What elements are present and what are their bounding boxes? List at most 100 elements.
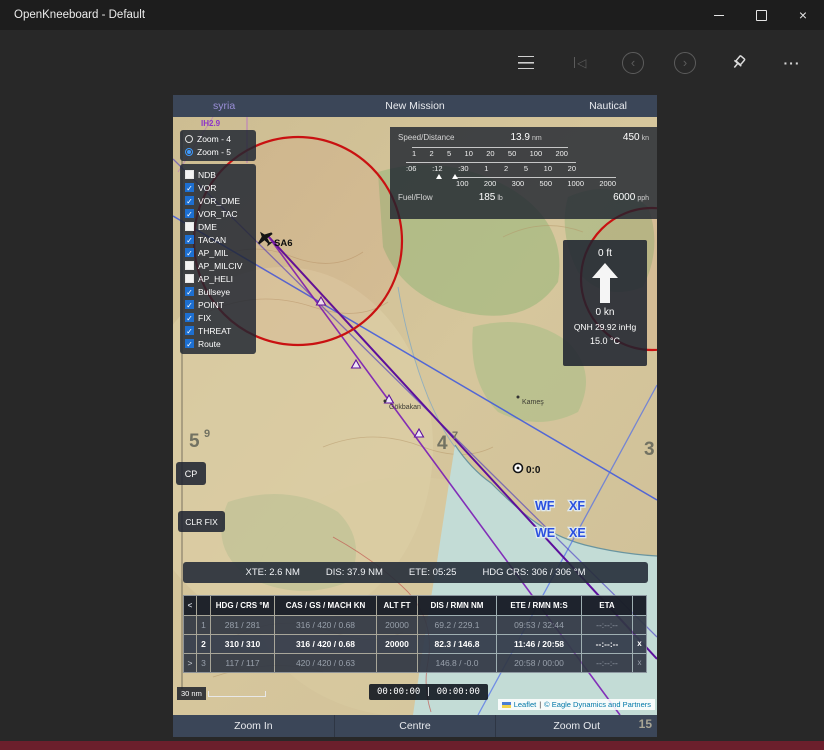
layer-label: TACAN (198, 234, 227, 245)
centre-button[interactable]: Centre (333, 715, 497, 737)
scale-tick-label: 200 (483, 179, 497, 188)
checkbox-icon[interactable] (185, 274, 194, 283)
layer-item-ap_mil[interactable]: ✓ AP_MIL (185, 246, 251, 259)
layer-item-tacan[interactable]: ✓ TACAN (185, 233, 251, 246)
speed-panel-title: Speed/Distance (398, 133, 455, 142)
fp-row-number[interactable]: 1 (197, 616, 210, 634)
titlebar: OpenKneeboard - Default × (0, 0, 824, 30)
layer-item-dme[interactable]: DME (185, 220, 251, 233)
credit-link[interactable]: © Eagle Dynamics and Partners (544, 700, 651, 709)
layer-label: AP_MIL (198, 247, 229, 258)
close-button[interactable]: × (782, 0, 824, 30)
clr-fix-button[interactable]: CLR FIX (178, 511, 225, 532)
checkbox-icon[interactable]: ✓ (185, 287, 194, 297)
checkbox-icon[interactable]: ✓ (185, 300, 194, 310)
scale-tick-label: 200 (555, 149, 568, 158)
flight-plan-table: < HDG / CRS °M CAS / GS / MACH KN ALT FT DIS… (183, 595, 647, 673)
checkbox-icon[interactable]: ✓ (185, 248, 194, 258)
layer-item-bullseye[interactable]: ✓ Bullseye (185, 285, 251, 298)
layer-item-vor_dme[interactable]: ✓ VOR_DME (185, 194, 251, 207)
scale-caret-icon (452, 174, 458, 179)
layer-item-ap_milciv[interactable]: AP_MILCIV (185, 259, 251, 272)
fp-remove-header (633, 596, 646, 615)
checkbox-icon[interactable]: ✓ (185, 235, 194, 245)
zoom-option-label: Zoom - 5 (197, 147, 232, 157)
altitude-value: 0 ft (598, 248, 612, 259)
sam-site-label: SA6 (274, 238, 292, 249)
cp-button[interactable]: CP (176, 462, 206, 485)
scale-tick-label: 10 (543, 164, 553, 173)
next-page-button[interactable]: › (674, 51, 696, 74)
layer-item-threat[interactable]: ✓ THREAT (185, 324, 251, 337)
scale-tick-label: 2000 (599, 179, 616, 188)
maximize-button[interactable] (740, 0, 782, 30)
bottom-accent-strip (0, 741, 824, 750)
layer-item-route[interactable]: ✓ Route (185, 337, 251, 350)
layer-label: Route (198, 338, 221, 349)
town-label: Kameş (522, 399, 544, 406)
checkbox-icon[interactable] (185, 261, 194, 270)
fp-cell: --:--:-- (582, 616, 632, 634)
radio-icon[interactable] (185, 135, 193, 143)
fp-cell: --:--:-- (582, 635, 632, 653)
checkbox-icon[interactable]: ✓ (185, 326, 194, 336)
grid-number: 4 (437, 433, 448, 454)
layer-item-ap_heli[interactable]: AP_HELI (185, 272, 251, 285)
pin-icon (733, 55, 745, 68)
layer-label: VOR_TAC (198, 208, 238, 219)
more-button[interactable]: ··· (780, 51, 804, 75)
layer-item-point[interactable]: ✓ POINT (185, 298, 251, 311)
map-attribution: Leaflet | © Eagle Dynamics and Partners (497, 699, 655, 710)
fp-row-number[interactable]: 2 (197, 635, 210, 653)
skip-bar-icon (573, 57, 576, 68)
speed-value: 450 (622, 132, 640, 143)
speed-scale-top: 1 2 5 10 20 50 100 200 (412, 147, 568, 158)
checkbox-icon[interactable]: ✓ (185, 313, 194, 323)
minimize-button[interactable] (698, 0, 740, 30)
zoom-out-button[interactable]: Zoom Out (496, 715, 657, 737)
first-page-button[interactable]: ◁ (568, 51, 592, 75)
checkbox-icon[interactable]: ✓ (185, 183, 194, 193)
checkbox-icon[interactable]: ✓ (185, 209, 194, 219)
fp-row-number[interactable]: 3 (197, 654, 210, 672)
fp-remove-button[interactable]: x (633, 635, 646, 653)
fp-prev-button[interactable]: < (184, 596, 196, 615)
zoom-option-zoom-5[interactable]: Zoom - 5 (185, 147, 251, 157)
menu-button[interactable] (514, 51, 538, 75)
checkbox-icon[interactable] (185, 170, 194, 179)
minimize-icon (714, 14, 724, 16)
layer-label: AP_MILCIV (198, 260, 243, 271)
fp-cell: 20:58 / 00:00 (497, 654, 581, 672)
fp-remove-button[interactable]: x (633, 654, 646, 672)
previous-page-button[interactable]: ‹ (622, 51, 644, 74)
fp-column-header: DIS / RMN NM (418, 596, 496, 615)
scale-tick-label: 100 (456, 179, 469, 188)
status-item: XTE: 2.6 NM (245, 567, 300, 578)
layer-label: NDB (198, 169, 216, 180)
fp-cell: 82.3 / 146.8 (418, 635, 496, 653)
layer-item-ndb[interactable]: NDB (185, 168, 251, 181)
speed-scale-bottom: 100 200 300 500 1000 2000 (456, 177, 616, 188)
flag-icon (501, 701, 511, 708)
layer-label: POINT (198, 299, 224, 310)
layer-label: THREAT (198, 325, 232, 336)
layer-item-vor[interactable]: ✓ VOR (185, 181, 251, 194)
map-view[interactable]: SA6 0:0 WF XF WE XE 5 9 4 7 3 Gökbakan K… (173, 117, 657, 715)
layer-item-vor_tac[interactable]: ✓ VOR_TAC (185, 207, 251, 220)
checkbox-icon[interactable]: ✓ (185, 339, 194, 349)
fp-next-button[interactable]: > (184, 654, 196, 672)
layer-item-fix[interactable]: ✓ FIX (185, 311, 251, 324)
leaflet-link[interactable]: Leaflet (514, 700, 537, 709)
checkbox-icon[interactable]: ✓ (185, 196, 194, 206)
zoom-in-button[interactable]: Zoom In (173, 715, 334, 737)
zoom-option-zoom-4[interactable]: Zoom - 4 (185, 134, 251, 144)
window-controls: × (698, 0, 824, 30)
pin-button[interactable] (726, 51, 750, 75)
scale-tick-label: 2 (429, 149, 434, 158)
close-icon: × (798, 7, 808, 23)
fp-cell: 310 / 310 (211, 635, 274, 653)
radio-icon[interactable] (185, 148, 193, 156)
fp-nav-spacer (184, 635, 196, 653)
layer-label: Bullseye (198, 286, 231, 297)
checkbox-icon[interactable] (185, 222, 194, 231)
